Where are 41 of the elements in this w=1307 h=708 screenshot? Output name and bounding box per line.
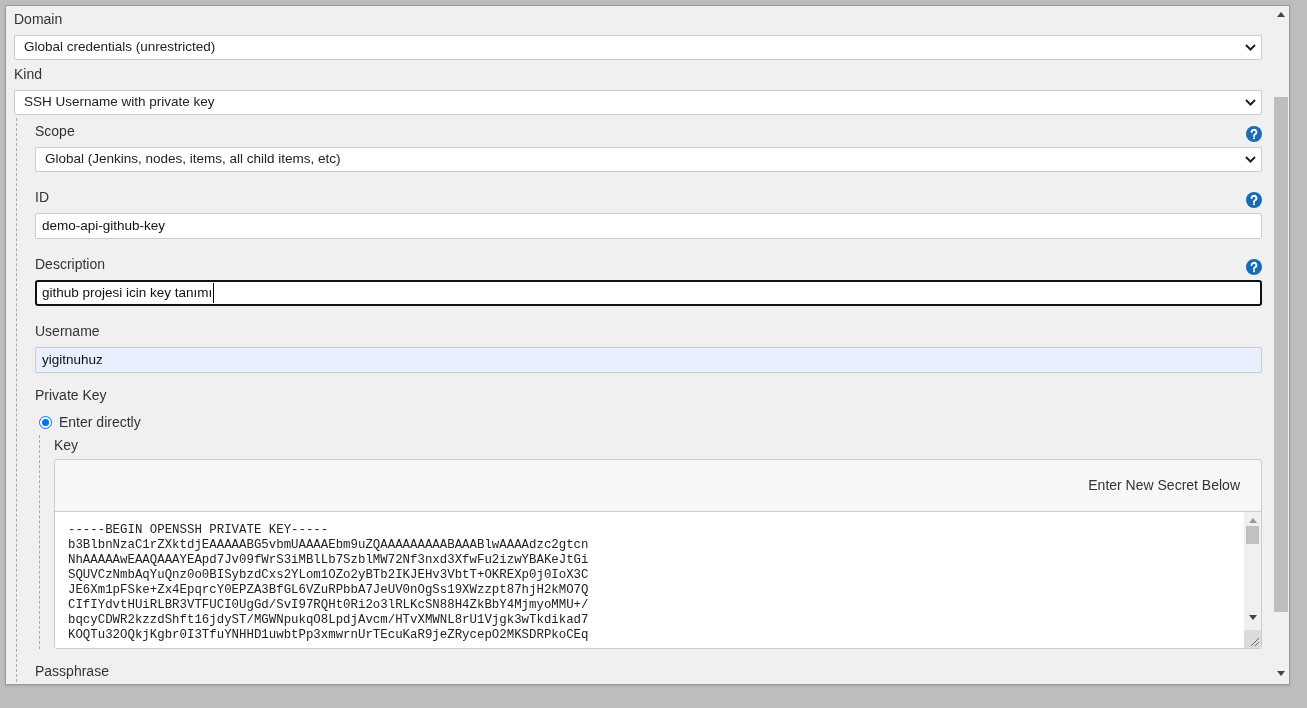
radio-button[interactable] [39, 416, 52, 429]
field-label: Private Key [35, 386, 108, 405]
scroll-thumb[interactable] [1274, 97, 1288, 612]
field-label: ID [35, 188, 49, 207]
field-label: Key [54, 436, 80, 455]
scroll-up-icon[interactable] [1277, 12, 1285, 17]
chevron-down-icon [1245, 99, 1256, 106]
key-line: bqcyCDWR2kzzdShft16jdyST/MGWNpukqO8LpdjAvcm/HTvXMWNL8rU1Vjgk3wTkdikad7 [68, 613, 590, 628]
panel-header-text: Enter New Secret Below [1088, 476, 1240, 495]
key-line: KOQTu32OQkjKgbr0I3TfuYNHHD1uwbtPp3xmwrnUrTEcuKaR9jeZRycepO2MKSDRPkoCEq [68, 628, 590, 643]
text-field[interactable]: github projesi icin key tanımı [35, 280, 1262, 306]
field-label: Description [35, 255, 106, 274]
text-field[interactable]: demo-api-github-key [35, 213, 1262, 239]
help-icon[interactable] [1246, 126, 1262, 142]
chevron-down-icon [1245, 44, 1256, 51]
scroll-down-icon[interactable] [1277, 671, 1285, 676]
key-textarea[interactable] [55, 512, 1261, 648]
key-line: -----BEGIN OPENSSH PRIVATE KEY----- [68, 523, 330, 538]
help-icon[interactable] [1246, 259, 1262, 275]
scroll-thumb[interactable] [1246, 526, 1259, 544]
key-line: NhAAAAAwEAAQAAAYEApd7Jv09fWrS3iMBlLb7SzblMW72Nf3nxd3XfwFu2izwYBAKeJtGi [68, 553, 590, 568]
kind-select[interactable]: SSH Username with private key [14, 90, 1262, 115]
field-label: Scope [35, 122, 75, 141]
key-line: SQUVCzNmbAqYuQnz0o0BISybzdCxs2YLom1OZo2yBTb2IKJEHv3VbtT+OKREXp0j0IoX3C [68, 568, 590, 583]
resize-handle-icon[interactable] [1244, 630, 1261, 648]
field-label: Username [35, 322, 100, 341]
domain-select[interactable]: Global credentials (unrestricted) [14, 35, 1262, 60]
field-label: Domain [14, 10, 63, 29]
key-line: CIfIYdvtHUiRLBR3VTFUCI0UgGd/SvI97RQHt0Ri2o3lRLKcSN88H4ZkBbY4MjmyoMMU+/ [68, 598, 590, 613]
field-label: Kind [14, 65, 43, 84]
scope-select[interactable]: Global (Jenkins, nodes, items, all child items, etc) [35, 147, 1262, 172]
scrollbar[interactable] [1273, 6, 1289, 684]
text-field[interactable]: yigitnuhuz [35, 347, 1262, 373]
chevron-down-icon [1245, 156, 1256, 163]
radio-option[interactable]: Enter directly [39, 412, 1262, 433]
help-icon[interactable] [1246, 192, 1262, 208]
scrollbar[interactable] [1244, 512, 1261, 648]
key-line: b3BlbnNzaC1rZXktdjEAAAAABG5vbmUAAAAEbm9uZQAAAAAAAAABAAABlwAAAAdzc2gtcn [68, 538, 590, 553]
field-label: Passphrase [35, 662, 110, 681]
key-line: JE6Xm1pFSke+Zx4EpqrcY0EPZA3BfGL6VZuRPbbA7JeUV0nOgSs19XWzzpt87hjH2kMO7Q [68, 583, 590, 598]
scroll-down-icon[interactable] [1248, 615, 1257, 620]
